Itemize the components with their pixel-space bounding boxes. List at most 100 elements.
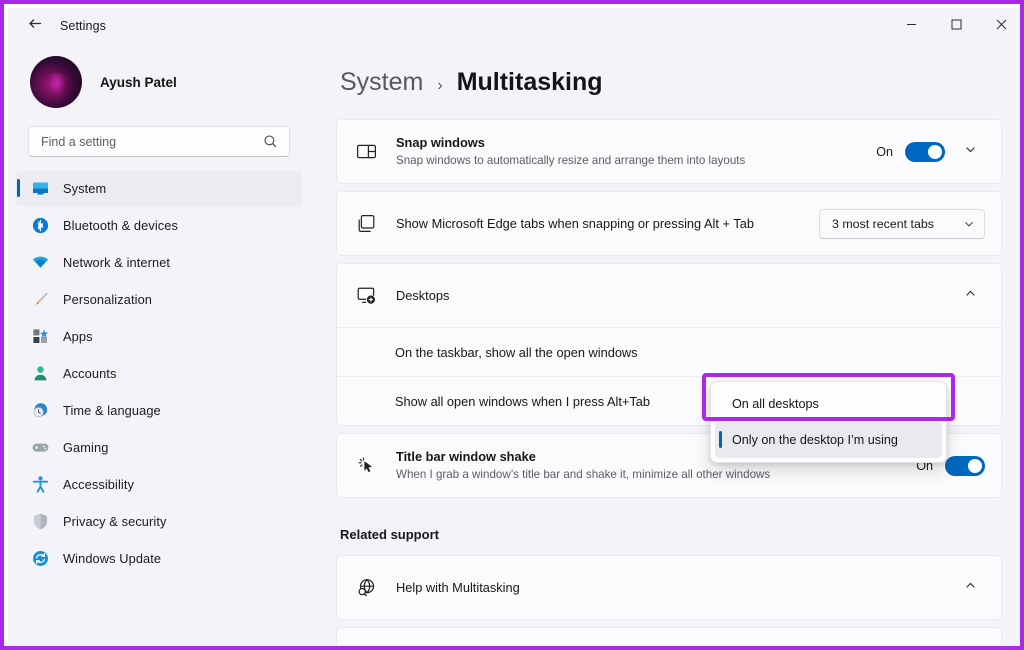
sidebar-item-label: Network & internet xyxy=(63,255,171,270)
edge-tabs-card: Show Microsoft Edge tabs when snapping o… xyxy=(336,191,1002,256)
sidebar-item-accessibility[interactable]: Accessibility xyxy=(16,467,302,502)
search-wrapper xyxy=(8,122,302,167)
sidebar-item-time-language[interactable]: Time & language xyxy=(16,393,302,428)
breadcrumb-parent[interactable]: System xyxy=(340,68,423,97)
maximize-icon xyxy=(951,17,962,35)
desktops-controls xyxy=(945,281,985,311)
help-multitasking-card: Help with Multitasking xyxy=(336,555,1002,620)
monitor-icon xyxy=(30,179,50,199)
desktops-taskbar-label: On the taskbar, show all the open window… xyxy=(395,344,638,360)
gamepad-icon xyxy=(30,438,50,458)
desktops-collapse-button[interactable] xyxy=(955,281,985,311)
annotation-frame: Settings Ayush Patel Find a setting Syst… xyxy=(0,0,1024,650)
desktops-texts: Desktops xyxy=(396,287,945,304)
related-support-heading: Related support xyxy=(340,527,439,542)
chevron-down-icon xyxy=(964,143,977,161)
edge-tabs-title: Show Microsoft Edge tabs when snapping o… xyxy=(396,216,754,231)
sidebar-item-label: System xyxy=(63,181,107,196)
avatar xyxy=(30,56,82,108)
apps-grid-icon xyxy=(30,327,50,347)
help-multitasking-texts: Help with Multitasking xyxy=(396,579,945,596)
sidebar-item-system[interactable]: System xyxy=(16,171,302,206)
help-multitasking-row[interactable]: Help with Multitasking xyxy=(337,556,1001,619)
edge-tabs-combobox[interactable]: 3 most recent tabs xyxy=(819,208,985,239)
sidebar-item-label: Windows Update xyxy=(63,551,162,566)
chevron-up-icon xyxy=(964,579,977,597)
sidebar-item-windows-update[interactable]: Windows Update xyxy=(16,541,302,576)
page-title: Multitasking xyxy=(456,68,603,96)
desktops-row[interactable]: Desktops xyxy=(337,264,1001,327)
snap-windows-toggle[interactable] xyxy=(905,141,945,162)
chevron-up-icon xyxy=(964,287,977,305)
sidebar-nav: System Bluetooth & devices Network & int… xyxy=(8,167,302,646)
sidebar-item-label: Gaming xyxy=(63,440,109,455)
breadcrumb: System › Multitasking xyxy=(336,44,1002,119)
search-icon xyxy=(263,134,279,149)
sidebar-item-label: Time & language xyxy=(63,403,161,418)
edge-tabs-controls: 3 most recent tabs xyxy=(819,208,985,239)
snap-layout-icon xyxy=(352,141,380,162)
back-arrow-icon xyxy=(27,15,44,37)
shield-icon xyxy=(30,512,50,532)
person-icon xyxy=(30,364,50,384)
sidebar-item-personalization[interactable]: Personalization xyxy=(16,282,302,317)
title-bar-shake-description: When I grab a window’s title bar and sha… xyxy=(396,468,771,481)
window-stack-icon xyxy=(352,213,380,234)
close-icon xyxy=(996,17,1007,35)
snap-windows-toggle-state: On xyxy=(876,144,893,159)
help-multitasking-title: Help with Multitasking xyxy=(396,580,520,595)
desktops-taskbar-row[interactable]: On the taskbar, show all the open window… xyxy=(337,327,1001,376)
snap-windows-card: Snap windows Snap windows to automatical… xyxy=(336,119,1002,184)
help-multitasking-controls xyxy=(945,573,985,603)
settings-window: Settings Ayush Patel Find a setting Syst… xyxy=(8,8,1020,646)
sidebar-item-label: Apps xyxy=(63,329,93,344)
snap-windows-row[interactable]: Snap windows Snap windows to automatical… xyxy=(337,120,1001,183)
maximize-button[interactable] xyxy=(934,8,979,44)
next-card-partial xyxy=(336,627,1002,646)
close-button[interactable] xyxy=(979,8,1020,44)
search-input[interactable] xyxy=(41,134,263,149)
sidebar-item-label: Privacy & security xyxy=(63,514,167,529)
profile-block[interactable]: Ayush Patel xyxy=(8,44,302,122)
profile-name: Ayush Patel xyxy=(100,74,177,90)
sidebar-item-network-internet[interactable]: Network & internet xyxy=(16,245,302,280)
desktop-add-icon xyxy=(352,285,380,306)
title-bar: Settings xyxy=(8,8,1020,44)
sidebar-item-label: Accessibility xyxy=(63,477,134,492)
edge-tabs-combobox-value: 3 most recent tabs xyxy=(832,216,934,231)
paintbrush-icon xyxy=(30,290,50,310)
edge-tabs-texts: Show Microsoft Edge tabs when snapping o… xyxy=(396,215,819,232)
globe-search-icon xyxy=(352,577,380,598)
sidebar-item-label: Accounts xyxy=(63,366,117,381)
minimize-icon xyxy=(906,17,917,35)
dropdown-option-only-current-desktop[interactable]: Only on the desktop I’m using xyxy=(715,422,942,458)
help-multitasking-collapse-button[interactable] xyxy=(955,573,985,603)
sidebar-item-label: Bluetooth & devices xyxy=(63,218,179,233)
sidebar-item-privacy-security[interactable]: Privacy & security xyxy=(16,504,302,539)
snap-windows-expand-button[interactable] xyxy=(955,137,985,167)
clock-globe-icon xyxy=(30,401,50,421)
app-title: Settings xyxy=(60,19,106,33)
sidebar: Ayush Patel Find a setting System Blueto… xyxy=(8,44,314,646)
window-body: Ayush Patel Find a setting System Blueto… xyxy=(8,44,1020,646)
desktops-taskbar-dropdown[interactable]: On all desktops Only on the desktop I’m … xyxy=(710,381,947,463)
sidebar-item-accounts[interactable]: Accounts xyxy=(16,356,302,391)
desktops-taskbar-texts: On the taskbar, show all the open window… xyxy=(395,344,985,361)
sidebar-item-apps[interactable]: Apps xyxy=(16,319,302,354)
minimize-button[interactable] xyxy=(889,8,934,44)
title-bar-shake-toggle[interactable] xyxy=(945,455,985,476)
bluetooth-icon xyxy=(30,216,50,236)
snap-windows-title: Snap windows xyxy=(396,135,485,150)
edge-tabs-row[interactable]: Show Microsoft Edge tabs when snapping o… xyxy=(337,192,1001,255)
sidebar-item-gaming[interactable]: Gaming xyxy=(16,430,302,465)
desktops-title: Desktops xyxy=(396,288,450,303)
sidebar-item-bluetooth-devices[interactable]: Bluetooth & devices xyxy=(16,208,302,243)
search-box[interactable] xyxy=(28,126,290,157)
breadcrumb-separator: › xyxy=(437,77,443,94)
snap-windows-description: Snap windows to automatically resize and… xyxy=(396,154,746,167)
cursor-shake-icon xyxy=(352,455,380,476)
dropdown-option-on-all-desktops[interactable]: On all desktops xyxy=(715,386,942,422)
snap-windows-texts: Snap windows Snap windows to automatical… xyxy=(396,134,876,169)
back-button[interactable] xyxy=(18,11,52,41)
wifi-icon xyxy=(30,253,50,273)
